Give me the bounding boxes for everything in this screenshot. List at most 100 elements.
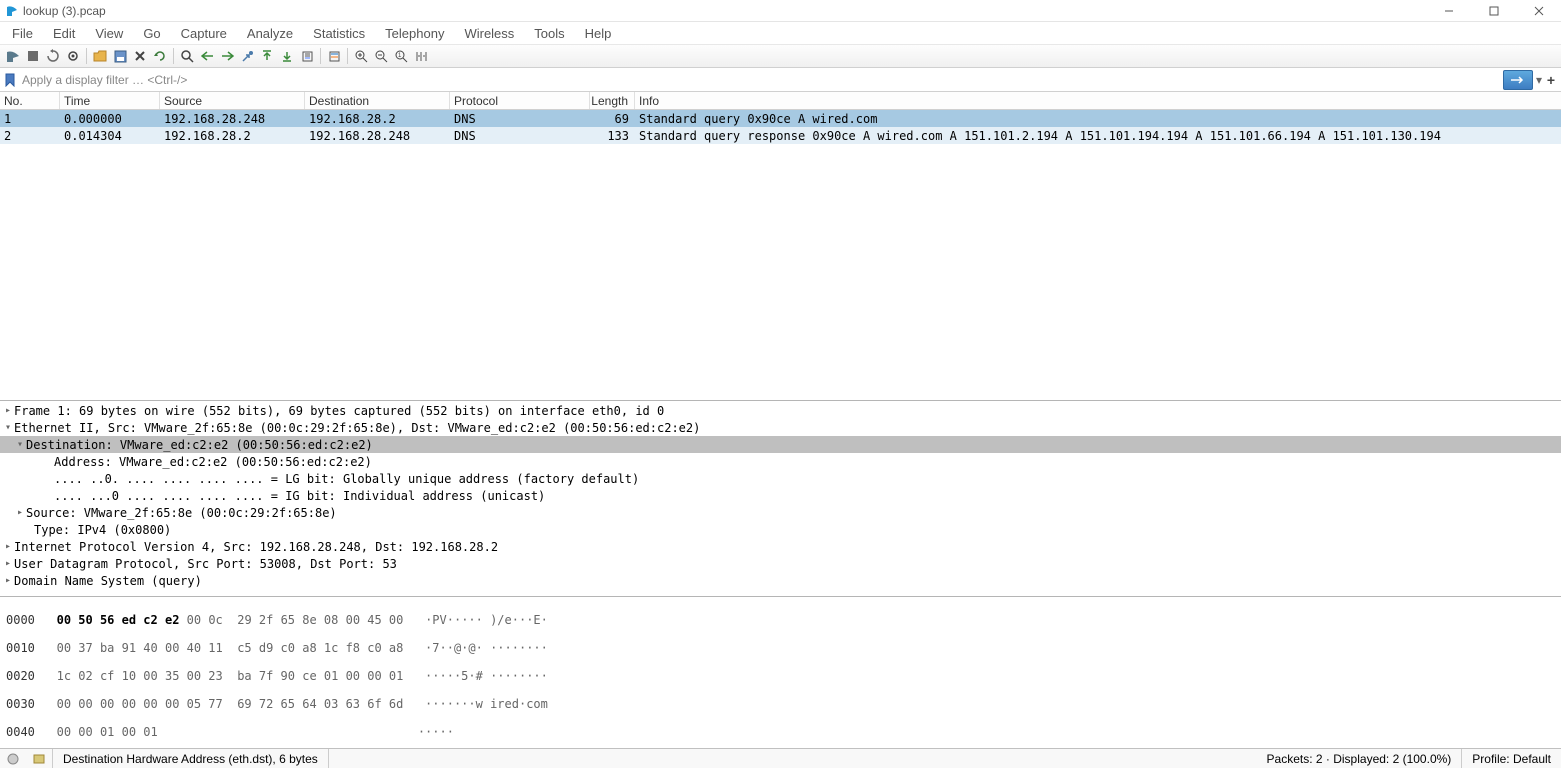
restart-icon — [46, 49, 60, 63]
menu-tools[interactable]: Tools — [524, 24, 574, 43]
chevron-right-icon: ▸ — [2, 575, 14, 586]
gear-icon — [66, 49, 80, 63]
menu-statistics[interactable]: Statistics — [303, 24, 375, 43]
tree-item-ethernet[interactable]: ▾Ethernet II, Src: VMware_2f:65:8e (00:0… — [0, 419, 1561, 436]
menu-capture[interactable]: Capture — [171, 24, 237, 43]
display-filter-input[interactable] — [20, 70, 1503, 90]
chevron-right-icon: ▸ — [2, 558, 14, 569]
menu-edit[interactable]: Edit — [43, 24, 85, 43]
menu-go[interactable]: Go — [133, 24, 170, 43]
save-icon — [114, 50, 127, 63]
col-no[interactable]: No. — [0, 92, 60, 109]
col-protocol[interactable]: Protocol — [450, 92, 590, 109]
go-forward-button[interactable] — [218, 47, 236, 65]
note-icon — [33, 753, 45, 765]
apply-filter-button[interactable] — [1503, 70, 1533, 90]
tree-item-destination[interactable]: ▾Destination: VMware_ed:c2:e2 (00:50:56:… — [0, 436, 1561, 453]
hex-row[interactable]: 0030 00 00 00 00 00 00 05 77 69 72 65 64… — [6, 697, 1555, 711]
expert-info-button[interactable] — [5, 751, 21, 767]
find-packet-button[interactable] — [178, 47, 196, 65]
tree-item-ip[interactable]: ▸Internet Protocol Version 4, Src: 192.1… — [0, 538, 1561, 555]
window-title: lookup (3).pcap — [23, 4, 1426, 18]
resize-columns-icon — [415, 50, 428, 63]
go-back-button[interactable] — [198, 47, 216, 65]
zoom-out-button[interactable] — [372, 47, 390, 65]
zoom-in-icon — [355, 50, 368, 63]
title-bar: lookup (3).pcap — [0, 0, 1561, 22]
packet-details-pane[interactable]: ▸Frame 1: 69 bytes on wire (552 bits), 6… — [0, 400, 1561, 596]
packet-bytes-pane[interactable]: 0000 00 50 56 ed c2 e2 00 0c 29 2f 65 8e… — [0, 596, 1561, 748]
svg-text:1: 1 — [398, 53, 402, 59]
close-file-button[interactable] — [131, 47, 149, 65]
close-file-icon — [134, 50, 146, 62]
status-packet-count: Packets: 2 · Displayed: 2 (100.0%) — [1257, 749, 1463, 768]
filter-bookmark-icon[interactable] — [2, 72, 18, 88]
chevron-down-icon: ▾ — [14, 439, 26, 450]
go-last-button[interactable] — [278, 47, 296, 65]
zoom-in-button[interactable] — [352, 47, 370, 65]
packet-list-header: No. Time Source Destination Protocol Len… — [0, 92, 1561, 110]
menu-wireless[interactable]: Wireless — [454, 24, 524, 43]
menu-analyze[interactable]: Analyze — [237, 24, 303, 43]
hex-row[interactable]: 0020 1c 02 cf 10 00 35 00 23 ba 7f 90 ce… — [6, 669, 1555, 683]
filter-history-dropdown[interactable]: ▾ — [1535, 71, 1543, 89]
zoom-reset-button[interactable]: 1 — [392, 47, 410, 65]
resize-columns-button[interactable] — [412, 47, 430, 65]
chevron-down-icon: ▾ — [2, 422, 14, 433]
tree-item-source[interactable]: ▸Source: VMware_2f:65:8e (00:0c:29:2f:65… — [0, 504, 1561, 521]
stop-icon — [27, 50, 39, 62]
tree-item-frame[interactable]: ▸Frame 1: 69 bytes on wire (552 bits), 6… — [0, 402, 1561, 419]
go-to-packet-button[interactable] — [238, 47, 256, 65]
zoom-reset-icon: 1 — [395, 50, 408, 63]
packet-row[interactable]: 2 0.014304 192.168.28.2 192.168.28.248 D… — [0, 127, 1561, 144]
tree-item-type[interactable]: Type: IPv4 (0x0800) — [0, 521, 1561, 538]
go-first-button[interactable] — [258, 47, 276, 65]
menu-bar: File Edit View Go Capture Analyze Statis… — [0, 22, 1561, 44]
shark-fin-icon — [6, 49, 20, 63]
tree-item-ig-bit[interactable]: .... ...0 .... .... .... .... = IG bit: … — [0, 487, 1561, 504]
close-button[interactable] — [1516, 0, 1561, 22]
goto-icon — [241, 50, 254, 63]
col-destination[interactable]: Destination — [305, 92, 450, 109]
menu-view[interactable]: View — [85, 24, 133, 43]
menu-help[interactable]: Help — [575, 24, 622, 43]
folder-open-icon — [93, 50, 107, 62]
maximize-button[interactable] — [1471, 0, 1516, 22]
minimize-button[interactable] — [1426, 0, 1471, 22]
col-time[interactable]: Time — [60, 92, 160, 109]
packet-row[interactable]: 1 0.000000 192.168.28.248 192.168.28.2 D… — [0, 110, 1561, 127]
tree-item-udp[interactable]: ▸User Datagram Protocol, Src Port: 53008… — [0, 555, 1561, 572]
colorize-button[interactable] — [325, 47, 343, 65]
col-source[interactable]: Source — [160, 92, 305, 109]
reload-button[interactable] — [151, 47, 169, 65]
autoscroll-icon — [301, 50, 314, 63]
menu-file[interactable]: File — [2, 24, 43, 43]
col-length[interactable]: Length — [590, 92, 635, 109]
colorize-icon — [328, 50, 341, 63]
hex-row[interactable]: 0010 00 37 ba 91 40 00 40 11 c5 d9 c0 a8… — [6, 641, 1555, 655]
capture-options-button[interactable] — [64, 47, 82, 65]
chevron-right-icon: ▸ — [14, 507, 26, 518]
save-file-button[interactable] — [111, 47, 129, 65]
edit-capture-comment-button[interactable] — [31, 751, 47, 767]
auto-scroll-button[interactable] — [298, 47, 316, 65]
tree-item-lg-bit[interactable]: .... ..0. .... .... .... .... = LG bit: … — [0, 470, 1561, 487]
status-field-label: Destination Hardware Address (eth.dst), … — [52, 749, 329, 768]
start-capture-button[interactable] — [4, 47, 22, 65]
hex-row[interactable]: 0040 00 00 01 00 01 ····· — [6, 725, 1555, 739]
stop-capture-button[interactable] — [24, 47, 42, 65]
main-toolbar: 1 — [0, 44, 1561, 68]
chevron-right-icon: ▸ — [2, 541, 14, 552]
hex-row[interactable]: 0000 00 50 56 ed c2 e2 00 0c 29 2f 65 8e… — [6, 613, 1555, 627]
col-info[interactable]: Info — [635, 92, 1561, 109]
tree-item-address[interactable]: Address: VMware_ed:c2:e2 (00:50:56:ed:c2… — [0, 453, 1561, 470]
status-profile[interactable]: Profile: Default — [1462, 749, 1561, 768]
packet-list[interactable]: 1 0.000000 192.168.28.248 192.168.28.2 D… — [0, 110, 1561, 400]
circle-icon — [7, 753, 19, 765]
add-filter-button[interactable]: + — [1543, 71, 1559, 89]
tree-item-dns[interactable]: ▸Domain Name System (query) — [0, 572, 1561, 589]
restart-capture-button[interactable] — [44, 47, 62, 65]
menu-telephony[interactable]: Telephony — [375, 24, 454, 43]
go-bottom-icon — [281, 50, 293, 62]
open-file-button[interactable] — [91, 47, 109, 65]
